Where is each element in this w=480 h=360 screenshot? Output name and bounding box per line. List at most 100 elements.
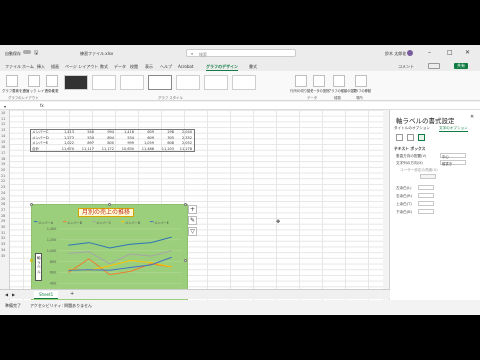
table-cell[interactable]: 540 — [78, 130, 94, 134]
row-number[interactable]: 29 — [1, 219, 5, 223]
sheet-tab[interactable]: Sheet1 — [34, 291, 59, 299]
table-cell[interactable]: 11,278 — [176, 147, 192, 151]
table-cell[interactable]: 2,040 — [176, 130, 192, 134]
table-cell[interactable]: 298 — [158, 130, 174, 134]
chart-elements-button[interactable]: + — [188, 205, 197, 214]
table-cell[interactable]: 999 — [118, 141, 134, 145]
table-row-label[interactable]: メンバーE — [32, 141, 54, 146]
table-cell[interactable]: 609 — [138, 130, 154, 134]
scroll-tabs-right-icon[interactable]: ▶ — [12, 292, 15, 297]
tab-format[interactable]: 書式 — [249, 64, 257, 70]
maximize-icon[interactable]: □ — [447, 49, 453, 56]
tab-file[interactable]: ファイル — [5, 64, 21, 70]
table-row-label[interactable]: メンバーC — [32, 130, 54, 135]
table-cell[interactable]: 305 — [158, 136, 174, 140]
chart-style-6[interactable] — [204, 75, 228, 90]
row-number[interactable]: 28 — [1, 214, 5, 218]
row-number[interactable]: 11 — [1, 117, 5, 121]
add-chart-element-button[interactable] — [6, 75, 18, 87]
row-number[interactable]: 31 — [1, 231, 5, 235]
table-cell[interactable]: 608 — [158, 141, 174, 145]
left-margin-input[interactable] — [418, 185, 434, 190]
move-chart-button[interactable] — [355, 75, 367, 87]
scroll-tabs-left-icon[interactable]: ◀ — [5, 292, 8, 297]
bottom-margin-input[interactable] — [418, 209, 434, 214]
tab-help[interactable]: ヘルプ — [160, 64, 172, 70]
chart-filters-button[interactable]: ▽ — [188, 227, 197, 236]
table-cell[interactable]: 2,052 — [176, 141, 192, 145]
table-cell[interactable]: 1,022 — [58, 141, 74, 145]
text-effects-icon[interactable] — [407, 134, 414, 141]
table-cell[interactable]: 897 — [78, 141, 94, 145]
row-number[interactable]: 19 — [1, 162, 5, 166]
tab-view[interactable]: 表示 — [145, 64, 153, 70]
right-margin-input[interactable] — [418, 193, 434, 198]
table-row-label[interactable]: 合計 — [32, 147, 54, 152]
chart-style-1[interactable] — [64, 75, 88, 90]
textbox-icon[interactable] — [418, 134, 425, 141]
change-colors-button[interactable] — [46, 75, 58, 87]
record-button[interactable] — [428, 63, 440, 69]
accessibility-status[interactable]: アクセシビリティ: 問題ありません — [30, 303, 92, 309]
chart-styles-button[interactable]: ✎ — [188, 216, 197, 225]
row-number[interactable]: 32 — [1, 236, 5, 240]
select-data-button[interactable] — [313, 75, 325, 87]
table-cell[interactable]: 1,413 — [58, 130, 74, 134]
table-cell[interactable]: 609 — [138, 136, 154, 140]
table-cell[interactable]: 11,172 — [98, 147, 114, 151]
row-number[interactable]: 22 — [1, 179, 5, 183]
table-cell[interactable]: 534 — [118, 136, 134, 140]
row-number[interactable]: 12 — [1, 122, 5, 126]
row-number[interactable]: 35 — [1, 254, 5, 258]
chart-style-4[interactable] — [148, 75, 172, 90]
row-number[interactable]: 21 — [1, 174, 5, 178]
tab-review[interactable]: 校閲 — [130, 64, 138, 70]
save-icon[interactable]: 🖫 — [34, 50, 38, 58]
tab-text-options[interactable]: 文字のオプション — [439, 126, 468, 132]
custom-angle-input[interactable] — [420, 174, 436, 179]
table-cell[interactable]: 1,416 — [118, 130, 134, 134]
tab-page-layout[interactable]: ページ レイアウト — [65, 64, 98, 70]
tab-draw[interactable]: 描画 — [51, 64, 59, 70]
minimize-icon[interactable]: – — [428, 49, 431, 56]
table-cell[interactable]: 11,203 — [158, 147, 174, 151]
row-number[interactable]: 16 — [1, 145, 5, 149]
row-number[interactable]: 20 — [1, 168, 5, 172]
table-cell[interactable]: 1,059 — [138, 141, 154, 145]
chart-style-5[interactable] — [176, 75, 200, 90]
table-cell[interactable]: 894 — [98, 136, 114, 140]
row-number[interactable]: 23 — [1, 185, 5, 189]
user-name[interactable]: 鈴木 太郎花 — [385, 51, 406, 57]
table-cell[interactable]: 10,630 — [118, 147, 134, 151]
row-number[interactable]: 17 — [1, 151, 5, 155]
share-button[interactable]: 共有 — [454, 63, 468, 69]
avatar[interactable] — [407, 50, 413, 56]
formula-bar[interactable]: ▾ fx — [0, 102, 480, 110]
vertical-align-select[interactable]: 中心 — [440, 153, 466, 159]
section-textbox[interactable]: テキスト ボックス — [394, 146, 425, 152]
table-cell[interactable]: 11,488 — [138, 147, 154, 151]
search-box[interactable]: ⌕ 検索 — [186, 49, 296, 57]
change-chart-type-button[interactable] — [333, 75, 345, 87]
row-number[interactable]: 15 — [1, 140, 5, 144]
quick-layout-button[interactable] — [28, 75, 40, 87]
series-line[interactable] — [68, 236, 172, 249]
tab-formulas[interactable]: 数式 — [100, 64, 108, 70]
name-box[interactable]: ▾ — [4, 104, 6, 109]
row-number[interactable]: 27 — [1, 208, 5, 212]
table-cell[interactable]: 534 — [78, 136, 94, 140]
tab-home[interactable]: ホーム — [22, 64, 34, 70]
row-number[interactable]: 34 — [1, 248, 5, 252]
row-number[interactable]: 13 — [1, 128, 5, 132]
pane-close-icon[interactable]: ✕ — [470, 114, 474, 120]
top-margin-input[interactable] — [418, 201, 434, 206]
chart-style-7[interactable] — [232, 75, 256, 90]
switch-row-column-button[interactable] — [295, 75, 307, 87]
tab-insert[interactable]: 挿入 — [37, 64, 45, 70]
table-cell[interactable]: 11,117 — [78, 147, 94, 151]
add-sheet-icon[interactable]: + — [70, 291, 74, 297]
tab-acrobat[interactable]: Acrobat — [178, 64, 193, 69]
tab-chart-design[interactable]: グラフのデザイン — [206, 64, 238, 71]
chart-style-2[interactable] — [92, 75, 116, 90]
row-number[interactable]: 33 — [1, 242, 5, 246]
